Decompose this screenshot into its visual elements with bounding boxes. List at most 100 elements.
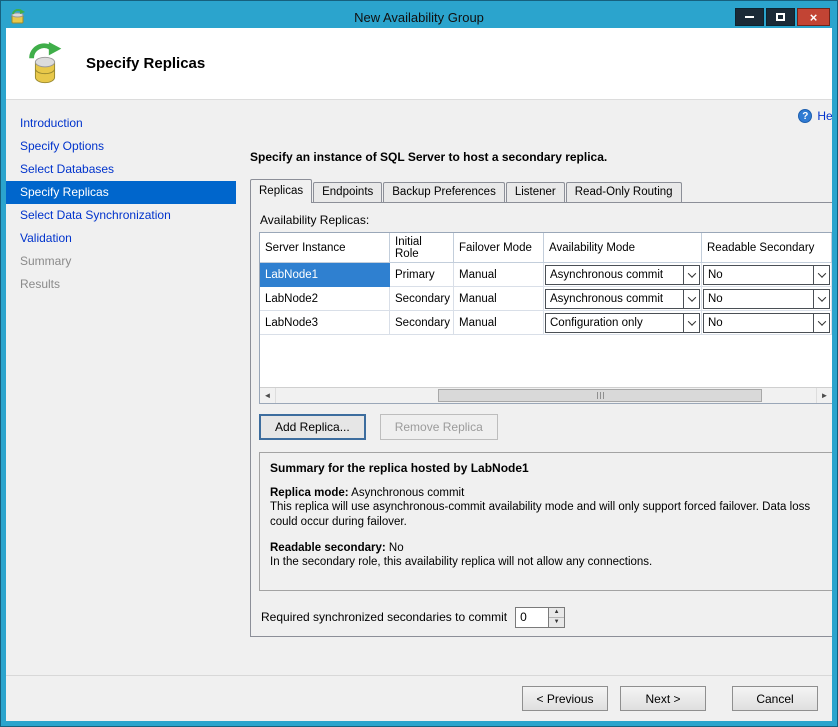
- readable-secondary-line: Readable secondary: No: [270, 542, 822, 554]
- replicas-grid: Server Instance Initial Role Failover Mo…: [259, 232, 832, 404]
- window-controls: ×: [735, 8, 830, 26]
- minimize-icon: [745, 16, 754, 18]
- cell-server-instance[interactable]: LabNode1: [260, 263, 390, 287]
- cell-readable-secondary: No: [702, 287, 832, 311]
- cell-failover-mode[interactable]: Manual: [454, 287, 544, 311]
- cell-availability-mode: Asynchronous commit: [544, 263, 702, 287]
- tab-endpoints[interactable]: Endpoints: [313, 182, 382, 202]
- column-header-readable-secondary[interactable]: Readable Secondary: [702, 233, 832, 263]
- stepper-down-icon[interactable]: ▼: [549, 618, 564, 627]
- availability-mode-dropdown[interactable]: Asynchronous commit: [545, 289, 700, 309]
- tab-replicas[interactable]: Replicas: [250, 179, 312, 203]
- availability-mode-dropdown[interactable]: Asynchronous commit: [545, 265, 700, 285]
- wizard-main: Introduction Specify Options Select Data…: [6, 100, 832, 675]
- replica-mode-value: Asynchronous commit: [349, 487, 465, 499]
- readable-secondary-dropdown[interactable]: No: [703, 265, 830, 285]
- chevron-down-icon[interactable]: [683, 290, 699, 308]
- availability-group-icon: [22, 41, 68, 87]
- table-row: LabNode1 Primary Manual Asynchronous com…: [260, 263, 832, 287]
- required-secondaries-label: Required synchronized secondaries to com…: [261, 610, 507, 624]
- cell-failover-mode[interactable]: Manual: [454, 311, 544, 335]
- replica-mode-label: Replica mode:: [270, 487, 349, 499]
- cell-readable-secondary: No: [702, 263, 832, 287]
- help-icon: ?: [798, 109, 812, 123]
- replicas-tab-panel: Availability Replicas: Server Instance I…: [250, 202, 832, 637]
- readable-secondary-summary-value: No: [386, 542, 404, 554]
- table-row: LabNode2 Secondary Manual Asynchronous c…: [260, 287, 832, 311]
- next-button[interactable]: Next >: [620, 686, 706, 711]
- help-link[interactable]: ? Help: [798, 106, 832, 126]
- scrollbar-track[interactable]: [276, 388, 816, 403]
- wizard-header: Specify Replicas: [6, 28, 832, 100]
- wizard-content: ? Help Specify an instance of SQL Server…: [236, 100, 832, 675]
- maximize-button[interactable]: [766, 8, 795, 26]
- dialog-body: Specify Replicas Introduction Specify Op…: [6, 28, 832, 721]
- app-icon: [10, 9, 26, 25]
- wizard-steps-sidebar: Introduction Specify Options Select Data…: [6, 100, 236, 675]
- chevron-down-icon[interactable]: [683, 314, 699, 332]
- tab-listener[interactable]: Listener: [506, 182, 565, 202]
- page-title: Specify Replicas: [86, 55, 205, 72]
- sidebar-item-introduction[interactable]: Introduction: [6, 112, 236, 135]
- availability-replicas-label: Availability Replicas:: [260, 213, 832, 227]
- sidebar-item-select-databases[interactable]: Select Databases: [6, 158, 236, 181]
- scroll-right-arrow[interactable]: ►: [816, 388, 832, 403]
- scroll-left-arrow[interactable]: ◄: [260, 388, 276, 403]
- readable-secondary-label: Readable secondary:: [270, 542, 386, 554]
- stepper-up-icon[interactable]: ▲: [549, 608, 564, 618]
- horizontal-scrollbar: ◄ ►: [260, 387, 832, 403]
- column-header-failover-mode[interactable]: Failover Mode: [454, 233, 544, 263]
- chevron-down-icon[interactable]: [813, 266, 829, 284]
- cell-availability-mode: Asynchronous commit: [544, 287, 702, 311]
- sidebar-item-specify-replicas[interactable]: Specify Replicas: [6, 181, 236, 204]
- remove-replica-button: Remove Replica: [380, 414, 498, 440]
- titlebar: New Availability Group ×: [6, 6, 832, 28]
- cancel-button[interactable]: Cancel: [732, 686, 818, 711]
- availability-mode-value: Asynchronous commit: [546, 266, 683, 284]
- cell-availability-mode: Configuration only: [544, 311, 702, 335]
- readable-secondary-dropdown[interactable]: No: [703, 289, 830, 309]
- column-header-initial-role[interactable]: Initial Role: [390, 233, 454, 263]
- close-button[interactable]: ×: [797, 8, 830, 26]
- required-secondaries-row: Required synchronized secondaries to com…: [259, 607, 832, 628]
- replica-mode-description: This replica will use asynchronous-commi…: [270, 500, 822, 530]
- chevron-down-icon[interactable]: [683, 266, 699, 284]
- availability-mode-value: Asynchronous commit: [546, 290, 683, 308]
- add-replica-button[interactable]: Add Replica...: [259, 414, 366, 440]
- sidebar-item-specify-options[interactable]: Specify Options: [6, 135, 236, 158]
- replica-summary-box: Summary for the replica hosted by LabNod…: [259, 452, 832, 591]
- scrollbar-thumb[interactable]: [438, 389, 762, 402]
- tab-read-only-routing[interactable]: Read-Only Routing: [566, 182, 682, 202]
- help-label: Help: [817, 109, 832, 123]
- tab-strip: Replicas Endpoints Backup Preferences Li…: [250, 178, 832, 202]
- column-header-availability-mode[interactable]: Availability Mode: [544, 233, 702, 263]
- instruction-text: Specify an instance of SQL Server to hos…: [250, 150, 832, 164]
- summary-title: Summary for the replica hosted by LabNod…: [270, 461, 822, 475]
- sidebar-item-results: Results: [6, 273, 236, 296]
- window-title: New Availability Group: [6, 10, 832, 25]
- maximize-icon: [776, 13, 785, 21]
- cell-initial-role[interactable]: Primary: [390, 263, 454, 287]
- cell-failover-mode[interactable]: Manual: [454, 263, 544, 287]
- required-secondaries-input[interactable]: [516, 608, 548, 627]
- minimize-button[interactable]: [735, 8, 764, 26]
- availability-mode-dropdown[interactable]: Configuration only: [545, 313, 700, 333]
- grid-buttons: Add Replica... Remove Replica: [259, 414, 832, 440]
- column-header-server-instance[interactable]: Server Instance: [260, 233, 390, 263]
- cell-initial-role[interactable]: Secondary: [390, 287, 454, 311]
- readable-secondary-dropdown[interactable]: No: [703, 313, 830, 333]
- sidebar-item-select-data-synchronization[interactable]: Select Data Synchronization: [6, 204, 236, 227]
- readable-secondary-description: In the secondary role, this availability…: [270, 555, 822, 570]
- cell-server-instance[interactable]: LabNode2: [260, 287, 390, 311]
- sidebar-item-validation[interactable]: Validation: [6, 227, 236, 250]
- grid-header-row: Server Instance Initial Role Failover Mo…: [260, 233, 832, 263]
- previous-button[interactable]: < Previous: [522, 686, 608, 711]
- replica-mode-line: Replica mode: Asynchronous commit: [270, 487, 822, 499]
- chevron-down-icon[interactable]: [813, 314, 829, 332]
- table-row: LabNode3 Secondary Manual Configuration …: [260, 311, 832, 335]
- cell-server-instance[interactable]: LabNode3: [260, 311, 390, 335]
- chevron-down-icon[interactable]: [813, 290, 829, 308]
- readable-secondary-value: No: [704, 290, 813, 308]
- tab-backup-preferences[interactable]: Backup Preferences: [383, 182, 505, 202]
- cell-initial-role[interactable]: Secondary: [390, 311, 454, 335]
